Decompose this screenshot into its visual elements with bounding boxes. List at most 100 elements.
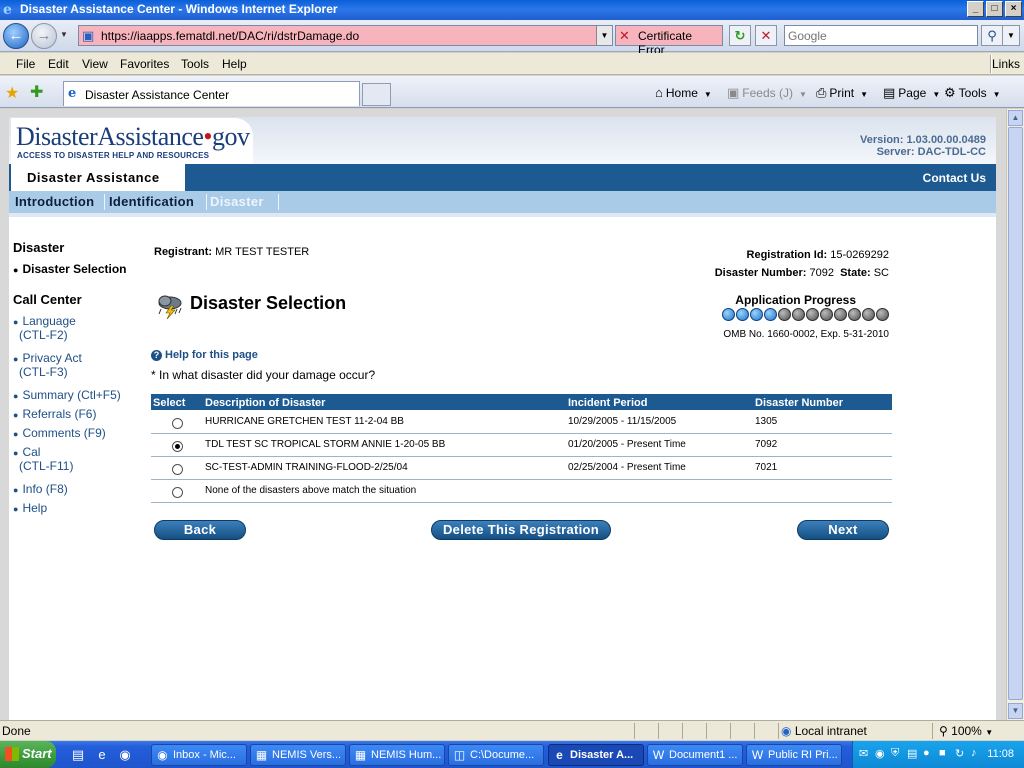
mail-tray-icon[interactable]: ✉ [859, 747, 868, 760]
device-tray-icon[interactable]: ■ [939, 747, 946, 759]
shield-tray-icon[interactable]: ⛨ [891, 747, 899, 760]
storm-cloud-icon [158, 295, 182, 320]
disaster-radio-7021[interactable] [171, 463, 183, 475]
refresh-button[interactable]: ↻ [729, 25, 751, 46]
taskbar-item-document1[interactable]: W Document1 ... [647, 744, 743, 766]
outlook-quicklaunch-icon[interactable]: ◉ [117, 747, 133, 763]
omb-number: OMB No. 1660-0002, Exp. 5-31-2010 [723, 329, 889, 340]
menu-favorites[interactable]: Favorites [120, 57, 169, 71]
minimize-button[interactable]: _ [967, 1, 984, 17]
menu-view[interactable]: View [82, 57, 108, 71]
favorites-star-icon[interactable]: ★ [5, 83, 19, 103]
nav-comments[interactable]: ● Comments (F9) [13, 426, 106, 440]
search-options-button[interactable]: ▼ [1002, 25, 1020, 46]
taskbar-item-nemis-version[interactable]: ▦ NEMIS Vers... [250, 744, 346, 766]
scroll-up-button[interactable]: ▲ [1008, 110, 1023, 126]
status-bar: Done ◉ Local intranet ⚲ 100% ▼ [0, 720, 1024, 740]
print-label: Print [829, 86, 855, 100]
contact-us-link[interactable]: Contact Us [923, 171, 986, 185]
new-tab-button[interactable] [362, 83, 391, 106]
taskbar-item-nemis-human[interactable]: ▦ NEMIS Hum... [349, 744, 445, 766]
address-dropdown-button[interactable]: ▼ [596, 26, 612, 45]
home-command[interactable]: ⌂ Home ▼ [655, 85, 712, 100]
menu-file[interactable]: File [16, 57, 35, 71]
bullet-icon: ● [13, 265, 19, 275]
disaster-radio-1305[interactable] [171, 417, 183, 429]
ie-icon: e [556, 748, 563, 762]
menu-help[interactable]: Help [222, 57, 247, 71]
version-text: Version: 1.03.00.00.0489 [860, 134, 986, 146]
table-row: None of the disasters above match the si… [151, 479, 892, 503]
certificate-error-button[interactable]: ✕ Certificate Error [615, 25, 723, 57]
help-for-page-link[interactable]: ? Help for this page [151, 349, 258, 361]
taskbar-item-disaster-assistance[interactable]: e Disaster A... [548, 744, 644, 766]
tools-command[interactable]: ⚙ Tools ▼ [944, 85, 1001, 101]
start-button[interactable]: Start [0, 741, 56, 768]
scroll-down-button[interactable]: ▼ [1008, 703, 1023, 719]
zoom-level[interactable]: ⚲ 100% ▼ [939, 724, 993, 738]
nav-info[interactable]: ● Info (F8) [13, 482, 68, 496]
taskbar-item-documents-folder[interactable]: ◫ C:\Docume... [448, 744, 544, 766]
outlook-tray-icon[interactable]: ◉ [875, 747, 885, 760]
address-field[interactable]: ▣ https://iaapps.fematdl.net/DAC/ri/dstr… [78, 25, 613, 46]
outlook-icon: ◉ [157, 748, 168, 762]
network-tray-icon[interactable]: ▤ [907, 747, 917, 760]
show-desktop-icon[interactable]: ▤ [70, 747, 86, 763]
registrant-value: MR TEST TESTER [215, 246, 310, 258]
antivirus-tray-icon[interactable]: ● [923, 747, 930, 759]
page-command[interactable]: ▤ Page ▼ [883, 85, 940, 101]
ie-quicklaunch-icon[interactable]: e [94, 747, 110, 763]
nav-disaster-selection[interactable]: ● Disaster Selection [13, 262, 126, 276]
menu-edit[interactable]: Edit [48, 57, 69, 71]
tab-identification[interactable]: Identification [109, 194, 194, 209]
scroll-thumb[interactable] [1008, 127, 1023, 700]
sync-tray-icon[interactable]: ↻ [955, 747, 964, 760]
add-favorite-icon[interactable]: ✚ [30, 82, 43, 102]
feeds-label: Feeds (J) [742, 86, 793, 100]
taskbar-item-label: Disaster A... [570, 749, 634, 761]
print-command[interactable]: ⎙ Print ▼ [816, 85, 868, 101]
feeds-command[interactable]: ▣ Feeds (J) ▼ [727, 85, 807, 101]
back-button[interactable]: Back [154, 520, 246, 540]
taskbar-item-inbox[interactable]: ◉ Inbox - Mic... [151, 744, 247, 766]
window-title-bar: e Disaster Assistance Center - Windows I… [0, 0, 1024, 20]
nav-privacy-act[interactable]: ● Privacy Act (CTL-F3) [13, 351, 82, 379]
disaster-radio-none[interactable] [171, 486, 183, 498]
taskbar-item-public-ri[interactable]: W Public RI Pri... [746, 744, 842, 766]
nav-referrals[interactable]: ● Referrals (F6) [13, 407, 96, 421]
taskbar-item-label: NEMIS Hum... [371, 749, 442, 761]
nav-summary[interactable]: ● Summary (Ctl+F5) [13, 388, 121, 402]
progress-step-pending [834, 308, 847, 321]
system-tray: ✉ ◉ ⛨ ▤ ● ■ ↻ ♪ 11:08 [852, 741, 1024, 768]
nav-language[interactable]: ● Language (CTL-F2) [13, 314, 76, 342]
tab-introduction[interactable]: Introduction [15, 194, 94, 209]
registrant-label: Registrant: [154, 246, 213, 258]
word-icon: W [751, 748, 764, 762]
restore-button[interactable]: □ [986, 1, 1003, 17]
site-logo[interactable]: DisasterAssistance•gov ACCESS TO DISASTE… [11, 118, 253, 164]
section-bar: Disaster Assistance Contact Us [9, 164, 996, 191]
nav-cal[interactable]: ● Cal (CTL-F11) [13, 445, 73, 473]
printer-icon: ⎙ [816, 85, 827, 100]
menu-tools[interactable]: Tools [181, 57, 209, 71]
disaster-radio-7092[interactable] [171, 440, 183, 452]
vertical-scrollbar[interactable]: ▲ ▼ [1006, 109, 1024, 720]
close-button[interactable]: × [1005, 1, 1022, 17]
nav-help[interactable]: ● Help [13, 501, 47, 515]
tools-label: Tools [958, 86, 987, 100]
links-toolbar[interactable]: Links [992, 57, 1020, 71]
speaker-tray-icon[interactable]: ♪ [971, 747, 977, 759]
site-header: DisasterAssistance•gov ACCESS TO DISASTE… [9, 117, 996, 164]
nav-referrals-label: Referrals (F6) [22, 407, 97, 421]
next-button[interactable]: Next [797, 520, 889, 540]
search-button[interactable]: ⚲ [981, 25, 1003, 46]
back-nav-button[interactable]: ← [3, 23, 29, 49]
recent-pages-dropdown[interactable]: ▼ [60, 30, 68, 39]
app-icon: ▦ [255, 748, 268, 762]
forward-nav-button[interactable]: → [31, 23, 57, 49]
tab-disaster[interactable]: Disaster [210, 194, 264, 209]
search-input[interactable] [785, 26, 965, 45]
delete-registration-button[interactable]: Delete This Registration [431, 520, 611, 540]
browser-tab[interactable]: e Disaster Assistance Center [63, 81, 360, 106]
stop-button[interactable]: ✕ [755, 25, 777, 46]
